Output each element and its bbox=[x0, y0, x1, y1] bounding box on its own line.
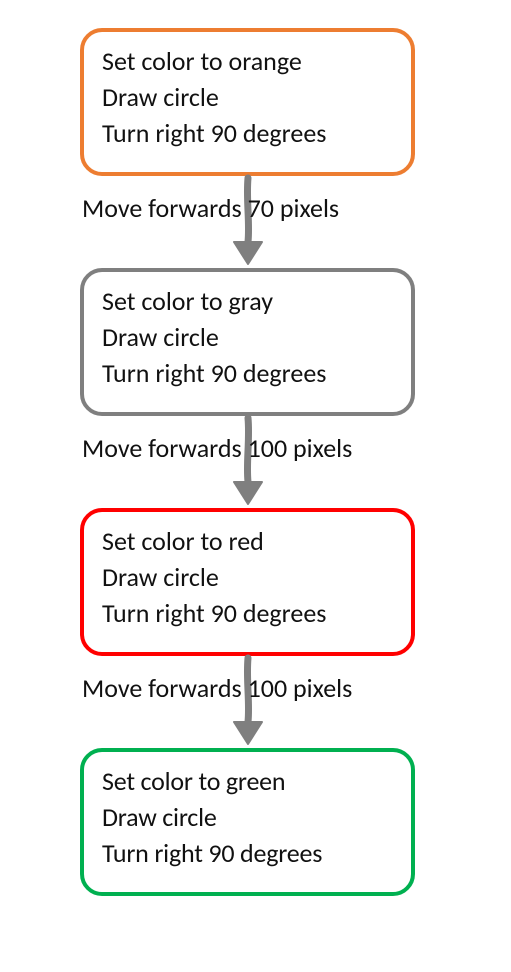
instruction-line: Turn right 90 degrees bbox=[102, 116, 403, 152]
instruction-line: Draw circle bbox=[102, 560, 403, 596]
flow-node-orange: Set color to orange Draw circle Turn rig… bbox=[80, 28, 415, 176]
flow-node-gray: Set color to gray Draw circle Turn right… bbox=[80, 268, 415, 416]
instruction-line: Draw circle bbox=[102, 800, 403, 836]
flow-diagram: Set color to orange Draw circle Turn rig… bbox=[0, 0, 511, 972]
flow-node-red: Set color to red Draw circle Turn right … bbox=[80, 508, 415, 656]
instruction-line: Draw circle bbox=[102, 80, 403, 116]
instruction-line: Set color to green bbox=[102, 764, 403, 800]
instruction-line: Turn right 90 degrees bbox=[102, 836, 403, 872]
instruction-line: Set color to gray bbox=[102, 284, 403, 320]
instruction-line: Turn right 90 degrees bbox=[102, 356, 403, 392]
instruction-line: Turn right 90 degrees bbox=[102, 596, 403, 632]
instruction-line: Set color to orange bbox=[102, 44, 403, 80]
instruction-line: Draw circle bbox=[102, 320, 403, 356]
flow-edge-label: Move forwards 100 pixels bbox=[82, 432, 352, 464]
flow-edge-label: Move forwards 100 pixels bbox=[82, 672, 352, 704]
flow-edge-label: Move forwards 70 pixels bbox=[82, 192, 339, 224]
instruction-line: Set color to red bbox=[102, 524, 403, 560]
flow-node-green: Set color to green Draw circle Turn righ… bbox=[80, 748, 415, 896]
